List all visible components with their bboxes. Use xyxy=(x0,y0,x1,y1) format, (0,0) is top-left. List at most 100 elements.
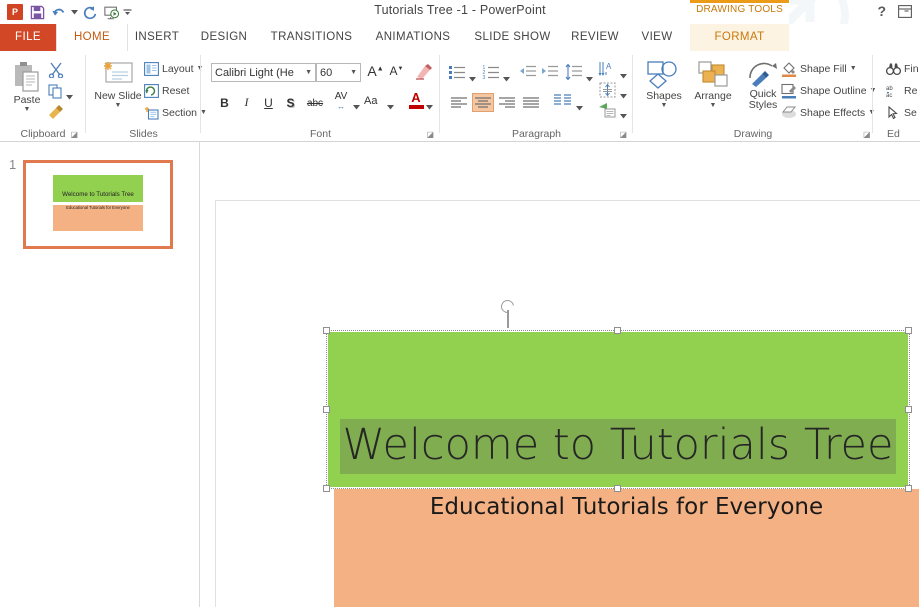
tab-slide-show[interactable]: SLIDE SHOW xyxy=(463,24,562,51)
resize-handle-top-center[interactable] xyxy=(614,327,621,334)
increase-indent-button[interactable] xyxy=(541,64,559,85)
tab-review[interactable]: REVIEW xyxy=(562,24,628,51)
line-spacing-icon xyxy=(565,63,582,81)
quick-styles-button[interactable]: Quick Styles xyxy=(739,60,787,111)
copy-dropdown-caret[interactable] xyxy=(66,87,73,105)
decrease-font-size-button[interactable]: A▼ xyxy=(387,64,406,78)
font-size-combobox[interactable]: 60 ▼ xyxy=(316,63,361,82)
justify-button[interactable] xyxy=(520,93,542,112)
slide-title-text[interactable]: Welcome to Tutorials Tree xyxy=(328,419,908,474)
tab-insert[interactable]: INSERT xyxy=(126,24,188,51)
select-button[interactable]: Se xyxy=(886,104,917,121)
copy-button[interactable] xyxy=(48,84,63,104)
section-button[interactable]: Section ▼ xyxy=(144,104,207,121)
replace-button[interactable]: ab ac Re xyxy=(886,82,917,99)
new-slide-button[interactable]: New Slide ▼ xyxy=(94,60,142,109)
font-name-combobox[interactable]: Calibri Light (He ▼ xyxy=(211,63,316,82)
columns-button[interactable] xyxy=(554,94,571,112)
paste-dropdown-caret[interactable]: ▼ xyxy=(24,106,31,113)
bullets-dropdown-caret[interactable] xyxy=(469,69,476,87)
change-case-dropdown-caret[interactable] xyxy=(387,97,394,115)
convert-smartart-dropdown-caret[interactable] xyxy=(620,106,627,124)
tab-home[interactable]: HOME xyxy=(56,24,128,52)
strikethrough-button[interactable]: abc xyxy=(303,94,327,113)
numbering-dropdown-caret[interactable] xyxy=(503,69,510,87)
resize-handle-middle-right[interactable] xyxy=(905,406,912,413)
arrange-button[interactable]: Arrange ▼ xyxy=(689,60,737,109)
bullets-button[interactable] xyxy=(448,64,466,85)
character-spacing-dropdown-caret[interactable] xyxy=(353,97,360,115)
reset-button[interactable]: Reset xyxy=(144,82,189,99)
tab-format[interactable]: FORMAT xyxy=(690,24,789,51)
shapes-dropdown-caret[interactable]: ▼ xyxy=(661,102,668,109)
numbering-button[interactable]: 1 2 3 xyxy=(482,64,500,85)
spacing-arrows-icon: ↔ xyxy=(337,102,345,111)
clear-formatting-button[interactable] xyxy=(415,63,433,86)
find-button[interactable]: Fin xyxy=(886,60,919,77)
text-shadow-button[interactable]: S xyxy=(281,93,300,112)
columns-dropdown-caret[interactable] xyxy=(576,98,583,116)
align-left-button[interactable] xyxy=(448,93,470,112)
slide-number-label: 1 xyxy=(9,157,17,172)
align-right-button[interactable] xyxy=(496,93,518,112)
change-case-button[interactable]: Aa xyxy=(364,95,377,107)
chevron-down-icon[interactable]: ▼ xyxy=(347,69,360,76)
font-color-button[interactable]: A xyxy=(407,91,425,109)
drawing-dialog-launcher[interactable]: ◪ xyxy=(863,130,871,139)
chevron-down-icon[interactable]: ▼ xyxy=(302,69,315,76)
ribbon-group-paragraph: 1 2 3 A Paragraph ◪ xyxy=(440,51,633,141)
increase-font-size-button[interactable]: A▲ xyxy=(366,63,385,79)
resize-handle-bottom-left[interactable] xyxy=(323,485,330,492)
line-spacing-button[interactable] xyxy=(565,63,583,85)
decrease-indent-icon xyxy=(520,65,536,77)
align-text-button[interactable] xyxy=(599,82,616,103)
slide-subtitle-text[interactable]: Educational Tutorials for Everyone xyxy=(334,494,919,520)
layout-button[interactable]: Layout ▼ xyxy=(144,60,203,77)
paste-button[interactable]: Paste ▼ xyxy=(6,61,48,113)
resize-handle-middle-left[interactable] xyxy=(323,406,330,413)
resize-handle-top-left[interactable] xyxy=(323,327,330,334)
clipboard-dialog-launcher[interactable]: ◪ xyxy=(70,130,78,139)
bold-button[interactable]: B xyxy=(215,93,234,112)
shapes-button[interactable]: Shapes ▼ xyxy=(641,60,687,109)
slide-thumbnail-1[interactable]: Welcome to Tutorials Tree Educational Tu… xyxy=(23,160,173,249)
tab-view[interactable]: VIEW xyxy=(628,24,686,51)
tab-file[interactable]: FILE xyxy=(0,24,56,51)
text-direction-dropdown-caret[interactable] xyxy=(620,66,627,84)
resize-handle-top-right[interactable] xyxy=(905,327,912,334)
align-center-button[interactable] xyxy=(472,93,494,112)
align-text-dropdown-caret[interactable] xyxy=(620,86,627,104)
convert-to-smartart-button[interactable] xyxy=(598,102,617,123)
line-spacing-dropdown-caret[interactable] xyxy=(586,69,593,87)
numbered-list-icon: 1 2 3 xyxy=(483,65,499,81)
shape-outline-dropdown-caret[interactable]: ▼ xyxy=(870,87,877,94)
help-button[interactable]: ? xyxy=(877,3,886,19)
italic-button[interactable]: I xyxy=(237,93,256,112)
ribbon-display-options-button[interactable] xyxy=(898,5,912,23)
cut-button[interactable] xyxy=(48,62,64,83)
select-label: Se xyxy=(904,106,917,119)
resize-handle-bottom-right[interactable] xyxy=(905,485,912,492)
slide-canvas[interactable]: Welcome to Tutorials Tree Educational Tu… xyxy=(215,200,920,607)
shape-fill-dropdown-caret[interactable]: ▼ xyxy=(850,65,857,72)
clear-formatting-icon xyxy=(416,64,432,80)
new-slide-dropdown-caret[interactable]: ▼ xyxy=(115,102,122,109)
shape-outline-button[interactable]: Shape Outline ▼ xyxy=(781,82,877,99)
text-direction-button[interactable]: A xyxy=(598,61,617,82)
shape-effects-button[interactable]: Shape Effects ▼ xyxy=(781,104,875,121)
character-spacing-button[interactable]: AV ↔ xyxy=(329,92,353,112)
paragraph-dialog-launcher[interactable]: ◪ xyxy=(619,130,627,139)
font-dialog-launcher[interactable]: ◪ xyxy=(426,130,434,139)
underline-button[interactable]: U xyxy=(259,93,278,112)
tab-animations[interactable]: ANIMATIONS xyxy=(363,24,463,51)
tab-transitions[interactable]: TRANSITIONS xyxy=(260,24,363,51)
arrange-dropdown-caret[interactable]: ▼ xyxy=(710,102,717,109)
slide-editing-area[interactable]: Welcome to Tutorials Tree Educational Tu… xyxy=(200,142,920,607)
tab-design[interactable]: DESIGN xyxy=(188,24,260,51)
shape-fill-button[interactable]: Shape Fill ▼ xyxy=(781,60,857,77)
resize-handle-bottom-center[interactable] xyxy=(614,485,621,492)
format-painter-button[interactable] xyxy=(47,105,64,126)
decrease-indent-button[interactable] xyxy=(519,64,537,85)
shape-effects-label: Shape Effects xyxy=(800,106,866,119)
font-color-dropdown-caret[interactable] xyxy=(426,97,433,115)
